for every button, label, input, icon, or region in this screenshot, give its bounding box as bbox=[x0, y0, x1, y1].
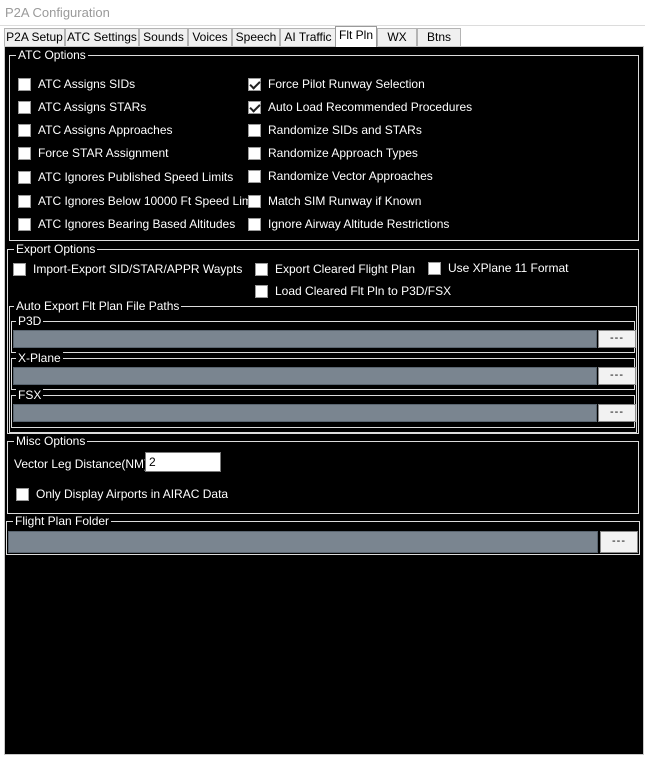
checkbox-box[interactable] bbox=[18, 194, 31, 208]
checkbox-label: Ignore Airway Altitude Restrictions bbox=[268, 217, 450, 231]
randomize-sids-stars-checkbox[interactable]: Randomize SIDs and STARs bbox=[248, 123, 422, 137]
export-options-legend: Export Options bbox=[14, 242, 98, 256]
checkbox-label: Randomize Approach Types bbox=[268, 146, 418, 160]
randomize-approach-types-checkbox[interactable]: Randomize Approach Types bbox=[248, 146, 418, 160]
checkbox-box[interactable] bbox=[248, 194, 261, 208]
atc-assigns-stars-checkbox[interactable]: ATC Assigns STARs bbox=[18, 100, 146, 114]
checkbox-label: Force STAR Assignment bbox=[38, 146, 169, 160]
checkbox-label: ATC Ignores Published Speed Limits bbox=[38, 170, 234, 184]
fsx-path-field[interactable] bbox=[13, 404, 597, 422]
checkbox-box[interactable] bbox=[18, 170, 31, 184]
flight-plan-folder-group: Flight Plan Folder --- bbox=[6, 514, 640, 555]
checkbox-label: Export Cleared Flight Plan bbox=[275, 262, 416, 276]
checkbox-label: Load Cleared Flt Pln to P3D/FSX bbox=[275, 284, 452, 298]
checkbox-box[interactable] bbox=[13, 262, 26, 276]
fsx-browse-button[interactable]: --- bbox=[598, 404, 636, 422]
auto-export-legend: Auto Export Flt Plan File Paths bbox=[14, 299, 182, 313]
vector-leg-label: Vector Leg Distance(NM): bbox=[14, 457, 152, 471]
atc-options-legend: ATC Options bbox=[16, 48, 88, 62]
checkbox-box[interactable] bbox=[18, 217, 31, 231]
checkbox-box[interactable] bbox=[255, 284, 268, 298]
atc-assigns-sids-checkbox[interactable]: ATC Assigns SIDs bbox=[18, 77, 135, 91]
checkbox-box[interactable] bbox=[248, 217, 261, 231]
flight-plan-folder-browse-button[interactable]: --- bbox=[600, 531, 638, 553]
auto-load-procedures-checkbox[interactable]: Auto Load Recommended Procedures bbox=[248, 100, 472, 114]
flt-pln-panel: ATC Options ATC Assigns SIDs ATC Assigns… bbox=[4, 46, 644, 755]
vector-leg-distance-input[interactable] bbox=[145, 452, 221, 472]
load-cleared-plan-checkbox[interactable]: Load Cleared Flt Pln to P3D/FSX bbox=[255, 284, 451, 298]
checkbox-box[interactable] bbox=[16, 487, 29, 501]
checkbox-box[interactable] bbox=[255, 262, 268, 276]
checkbox-label: Match SIM Runway if Known bbox=[268, 194, 422, 208]
tab-voices[interactable]: Voices bbox=[188, 28, 232, 46]
ignore-airway-altitude-checkbox[interactable]: Ignore Airway Altitude Restrictions bbox=[248, 217, 449, 231]
xplane-path-group: X-Plane --- bbox=[11, 351, 636, 390]
export-cleared-plan-checkbox[interactable]: Export Cleared Flight Plan bbox=[255, 262, 415, 276]
checkbox-label: ATC Ignores Below 10000 Ft Speed Limit bbox=[38, 194, 258, 208]
checkbox-label: Auto Load Recommended Procedures bbox=[268, 100, 473, 114]
auto-export-group: Auto Export Flt Plan File Paths P3D --- … bbox=[9, 299, 637, 433]
p3d-legend: P3D bbox=[16, 314, 44, 328]
checkbox-label: ATC Assigns SIDs bbox=[38, 77, 136, 91]
randomize-vector-approaches-checkbox[interactable]: Randomize Vector Approaches bbox=[248, 169, 433, 183]
import-export-waypts-checkbox[interactable]: Import-Export SID/STAR/APPR Waypts bbox=[13, 262, 242, 276]
atc-assigns-approaches-checkbox[interactable]: ATC Assigns Approaches bbox=[18, 123, 173, 137]
checkbox-label: Use XPlane 11 Format bbox=[448, 261, 569, 275]
xplane11-format-checkbox[interactable]: Use XPlane 11 Format bbox=[428, 261, 569, 275]
flight-plan-folder-legend: Flight Plan Folder bbox=[13, 514, 112, 528]
tab-btns[interactable]: Btns bbox=[417, 28, 461, 46]
checkbox-label: Only Display Airports in AIRAC Data bbox=[36, 487, 229, 501]
checkbox-label: ATC Ignores Bearing Based Altitudes bbox=[38, 217, 236, 231]
checkbox-label: Randomize SIDs and STARs bbox=[268, 123, 422, 137]
checkbox-label: Randomize Vector Approaches bbox=[268, 169, 433, 183]
xplane-legend: X-Plane bbox=[16, 351, 63, 365]
checkbox-box[interactable] bbox=[248, 169, 261, 183]
tab-wx[interactable]: WX bbox=[377, 28, 417, 46]
ignore-below-10000-checkbox[interactable]: ATC Ignores Below 10000 Ft Speed Limit bbox=[18, 194, 258, 208]
window-title: P2A Configuration bbox=[5, 5, 110, 20]
xplane-browse-button[interactable]: --- bbox=[598, 367, 636, 385]
p3d-path-field[interactable] bbox=[13, 330, 597, 348]
checkbox-label: Import-Export SID/STAR/APPR Waypts bbox=[33, 262, 243, 276]
tab-flt-pln[interactable]: Flt Pln bbox=[335, 26, 377, 47]
tab-strip: P2A Setup ATC Settings Sounds Voices Spe… bbox=[0, 26, 645, 47]
checkbox-box[interactable] bbox=[18, 100, 31, 114]
checkbox-label: Force Pilot Runway Selection bbox=[268, 77, 425, 91]
tab-sounds[interactable]: Sounds bbox=[139, 28, 188, 46]
airac-only-checkbox[interactable]: Only Display Airports in AIRAC Data bbox=[16, 487, 228, 501]
checkbox-box[interactable] bbox=[248, 123, 261, 137]
fsx-legend: FSX bbox=[16, 388, 44, 402]
xplane-path-field[interactable] bbox=[13, 367, 597, 385]
flight-plan-folder-field[interactable] bbox=[8, 531, 598, 553]
tab-p2a-setup[interactable]: P2A Setup bbox=[4, 28, 65, 46]
tab-speech[interactable]: Speech bbox=[232, 28, 280, 46]
match-sim-runway-checkbox[interactable]: Match SIM Runway if Known bbox=[248, 194, 421, 208]
checkbox-label: ATC Assigns Approaches bbox=[38, 123, 173, 137]
checkbox-box[interactable] bbox=[18, 77, 31, 91]
force-star-assignment-checkbox[interactable]: Force STAR Assignment bbox=[18, 146, 169, 160]
misc-options-group: Misc Options Vector Leg Distance(NM): On… bbox=[7, 434, 639, 514]
checkbox-box[interactable] bbox=[248, 100, 261, 114]
fsx-path-group: FSX --- bbox=[11, 388, 636, 428]
misc-options-legend: Misc Options bbox=[14, 434, 88, 448]
ignore-speed-limits-checkbox[interactable]: ATC Ignores Published Speed Limits bbox=[18, 170, 233, 184]
p3d-browse-button[interactable]: --- bbox=[598, 330, 636, 348]
checkbox-box[interactable] bbox=[428, 261, 441, 275]
title-bar: P2A Configuration bbox=[0, 0, 645, 26]
checkbox-label: ATC Assigns STARs bbox=[38, 100, 147, 114]
ignore-bearing-altitudes-checkbox[interactable]: ATC Ignores Bearing Based Altitudes bbox=[18, 217, 235, 231]
checkbox-box[interactable] bbox=[18, 146, 31, 160]
export-options-group: Export Options Import-Export SID/STAR/AP… bbox=[7, 242, 639, 434]
checkbox-box[interactable] bbox=[248, 77, 261, 91]
force-pilot-runway-checkbox[interactable]: Force Pilot Runway Selection bbox=[248, 77, 425, 91]
checkbox-box[interactable] bbox=[248, 146, 261, 160]
tab-ai-traffic[interactable]: AI Traffic bbox=[280, 28, 336, 46]
checkbox-box[interactable] bbox=[18, 123, 31, 137]
p3d-path-group: P3D --- bbox=[11, 314, 636, 353]
atc-options-group: ATC Options ATC Assigns SIDs ATC Assigns… bbox=[9, 48, 639, 241]
tab-atc-settings[interactable]: ATC Settings bbox=[65, 28, 139, 46]
